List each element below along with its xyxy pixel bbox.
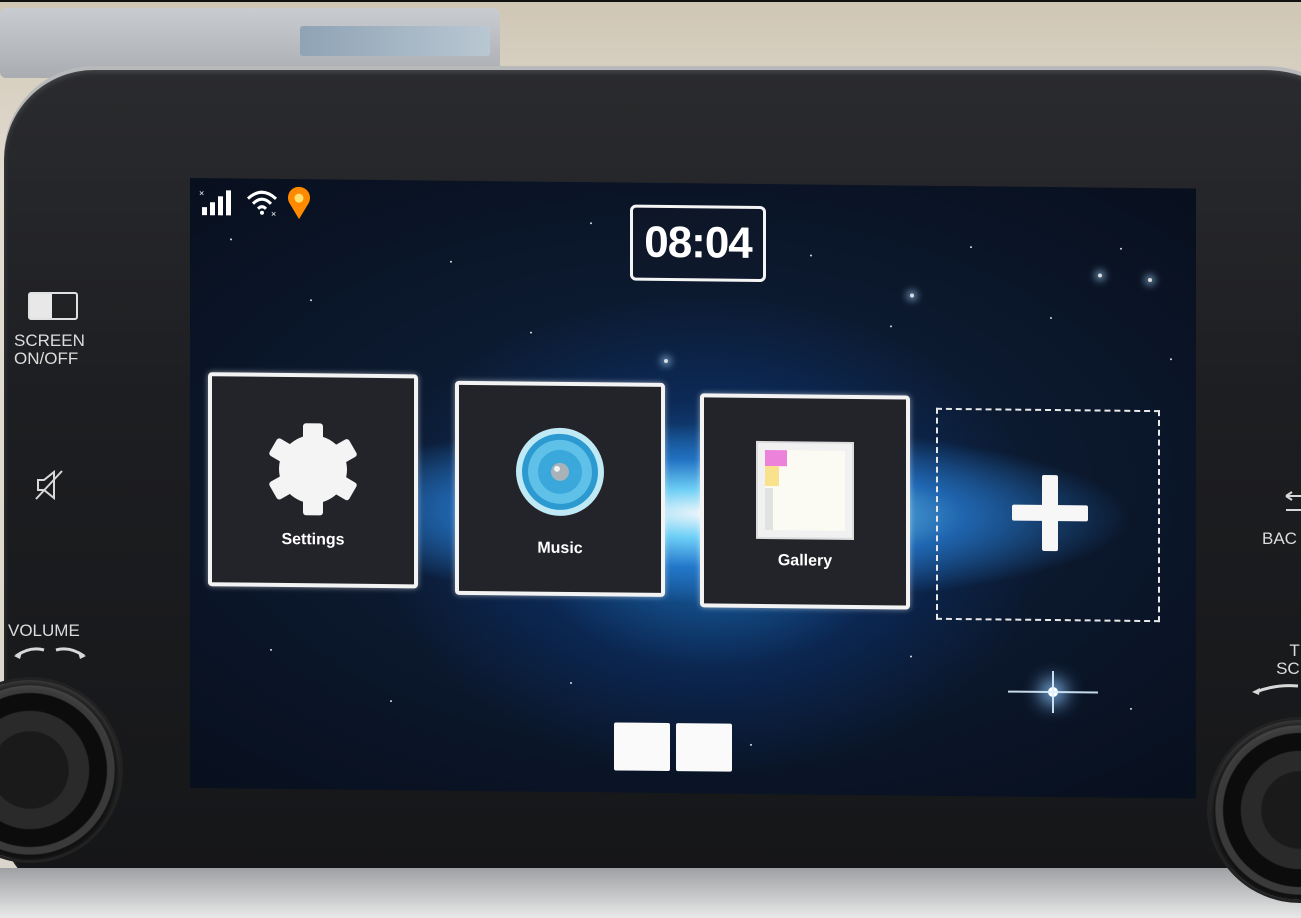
location-pin-icon	[288, 186, 310, 220]
star	[450, 260, 452, 263]
back-arrow-icon	[1285, 491, 1301, 511]
screen-on-off-label: SCREEN ON/OFF	[14, 332, 85, 368]
music-app-tile[interactable]: Music	[455, 380, 665, 597]
page-indicator	[614, 722, 732, 772]
touch-screen: × × 08:04 Settings Music Gallery	[190, 178, 1196, 799]
lens-flare	[1048, 686, 1058, 698]
plus-icon	[1012, 474, 1088, 552]
page-indicator-1[interactable]	[614, 722, 670, 772]
gear-icon	[269, 423, 357, 516]
settings-app-tile[interactable]: Settings	[208, 372, 418, 589]
status-bar: × ×	[198, 182, 312, 223]
gallery-app-tile[interactable]: Gallery	[700, 393, 910, 610]
music-label: Music	[537, 539, 583, 558]
photo-frame: SCREEN ON/OFF VOLUME BAC TU SCR	[0, 0, 1301, 918]
volume-label: VOLUME	[8, 621, 80, 640]
screen-toggle-button[interactable]	[28, 292, 78, 320]
tune-scroll-label: TU SCR	[1252, 642, 1301, 678]
page-indicator-2[interactable]	[676, 723, 732, 772]
star	[1050, 317, 1052, 320]
mute-button[interactable]	[30, 465, 70, 505]
star	[1148, 278, 1152, 283]
head-unit-bottom-rim	[0, 868, 1301, 918]
star	[664, 358, 668, 364]
back-button[interactable]	[1262, 490, 1301, 560]
star	[910, 293, 914, 298]
clock-widget[interactable]: 08:04	[630, 204, 766, 283]
background-equipment-display	[300, 26, 490, 56]
star	[310, 299, 312, 302]
speaker-icon	[516, 427, 604, 516]
back-label: BAC	[1262, 529, 1297, 548]
star	[390, 700, 392, 703]
picture-frame-icon	[756, 440, 854, 540]
tune-arrow-icon	[1252, 684, 1299, 695]
svg-text:×: ×	[199, 188, 204, 198]
add-app-tile[interactable]	[936, 407, 1160, 623]
star	[270, 648, 272, 651]
top-rule	[0, 0, 1301, 2]
star	[890, 325, 892, 328]
gallery-label: Gallery	[777, 552, 833, 570]
star	[810, 254, 812, 257]
screen-label-line1: SCREEN	[14, 331, 85, 350]
star	[750, 743, 752, 746]
star	[1130, 707, 1132, 710]
svg-text:×: ×	[271, 209, 276, 218]
star	[230, 238, 232, 241]
tune-label-line2: SCR	[1276, 659, 1301, 678]
volume-arrows-icon	[14, 647, 86, 659]
screen-label-line2: ON/OFF	[14, 349, 79, 368]
star	[590, 222, 592, 225]
star	[1098, 273, 1102, 278]
settings-label: Settings	[281, 530, 345, 549]
mute-speaker-icon	[35, 469, 63, 501]
star	[1120, 247, 1122, 250]
background-equipment	[0, 8, 500, 78]
star	[910, 655, 912, 658]
star	[530, 331, 532, 334]
cellular-signal-no-sim-icon: ×	[199, 188, 231, 216]
star	[1170, 358, 1172, 361]
star	[970, 246, 972, 249]
tune-label-line1: TU	[1289, 641, 1301, 660]
wifi-disconnected-icon: ×	[246, 190, 278, 218]
star	[570, 681, 572, 685]
